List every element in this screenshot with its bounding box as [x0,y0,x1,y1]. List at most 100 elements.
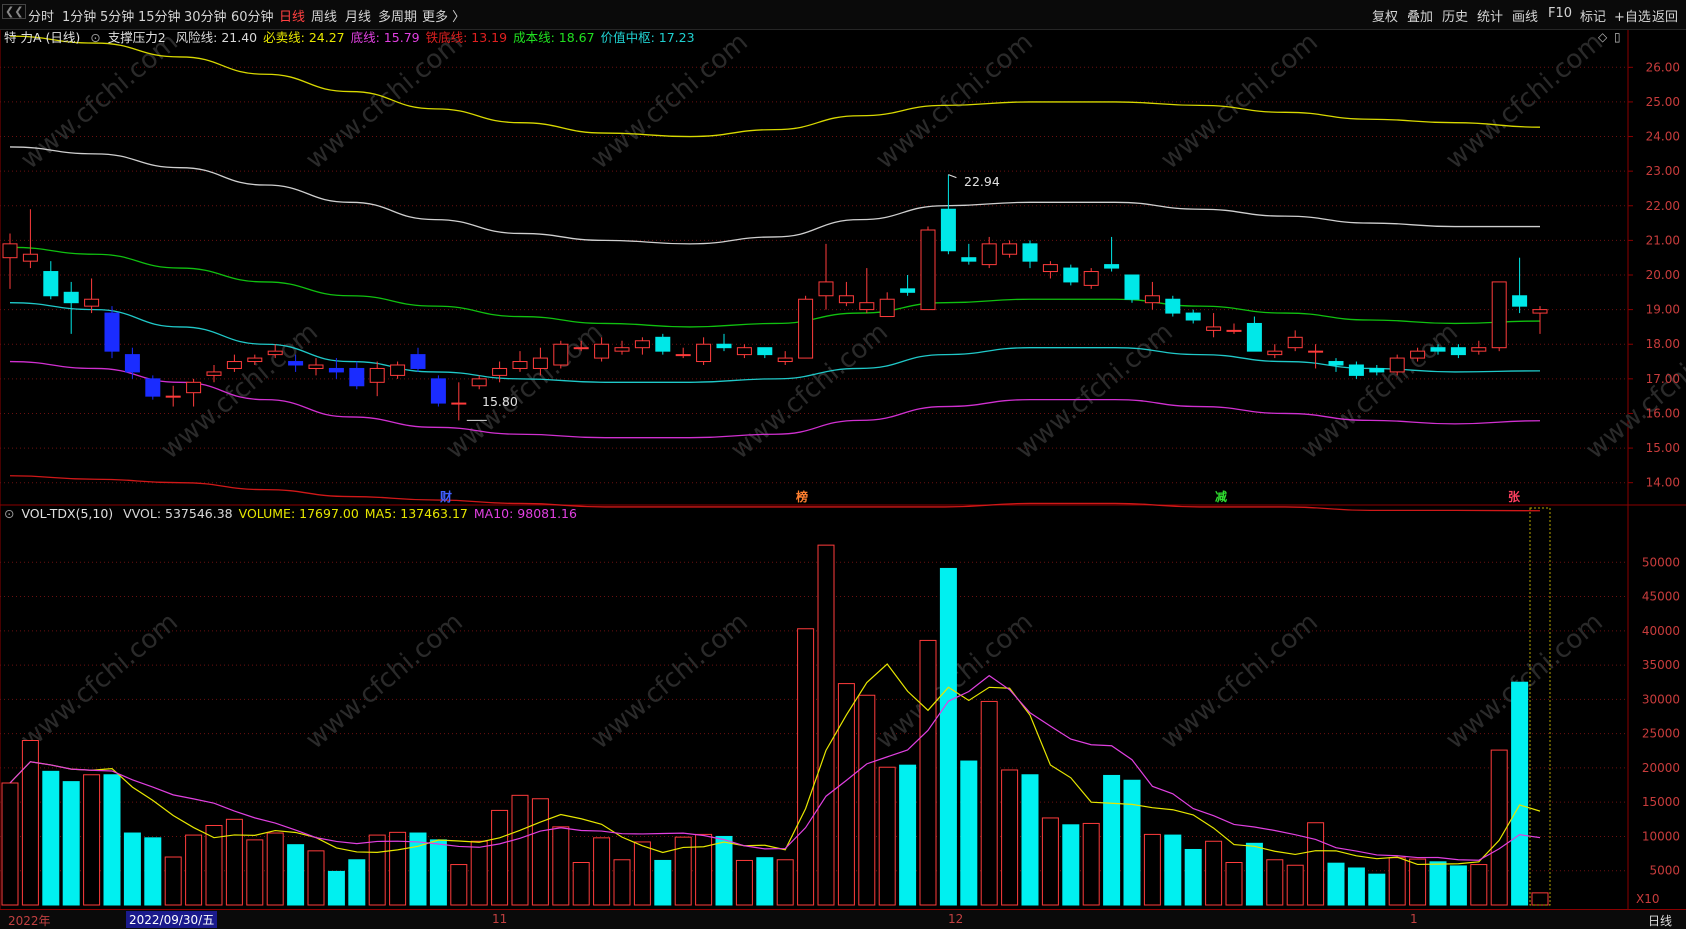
volume-bar [327,870,345,906]
candle-body [940,208,956,252]
price-tick-label: 18.00 [1646,337,1680,351]
volume-bar [633,841,651,906]
volume-info: ⊙ VOL-TDX(5,10) VVOL: 537546.38 VOLUME: 1… [4,505,583,523]
volume-tick-label: 30000 [1642,692,1680,706]
volume-line-value: VOLUME: 17697.00 [238,506,359,521]
volume-bar [1307,822,1325,906]
candle-body [1450,347,1466,356]
price-tick-label: 21.00 [1646,233,1680,247]
volume-bar [307,850,325,906]
volume-bar [287,844,305,906]
candle-body [1124,274,1140,300]
watermark-text: www.cfchi.com [300,27,469,175]
volume-bar [899,764,917,906]
volume-toggle-icon[interactable]: ⊙ [4,506,14,521]
volume-bar [878,766,896,906]
candle-body [634,340,650,349]
candle-body [1308,350,1324,353]
volume-tick-label: 50000 [1642,555,1680,569]
indicator-name[interactable]: 支撑压力2 [108,30,166,45]
volume-bar [1062,824,1080,906]
event-marker-cai[interactable]: 财 [440,488,452,505]
candle-body [145,378,161,397]
price-tick-label: 25.00 [1646,95,1680,109]
price-tick-label: 22.00 [1646,199,1680,213]
candle-body [900,288,916,293]
candle-body [614,347,630,352]
volume-bar [225,818,243,906]
candle-body [1063,267,1079,283]
candle-body [757,347,773,356]
candle-body [165,395,181,398]
event-marker-jian[interactable]: 减 [1215,488,1227,505]
stock-title: 特 力A (日线) [4,30,81,45]
candle-body [1165,298,1181,314]
volume-bar [980,700,998,906]
candle-body [267,350,283,356]
event-marker-zhang[interactable]: 张 [1508,488,1520,505]
candle-body [655,336,671,352]
volume-tick-label: 40000 [1642,624,1680,638]
volume-bar [511,794,529,906]
candle-body [2,243,18,259]
candle-body [879,298,895,318]
kline-chart[interactable]: www.cfchi.com www.cfchi.com www.cfchi.com w… [0,0,1686,928]
candle-body [1022,243,1038,262]
volume-bar [470,840,488,906]
candle-body [1267,350,1283,356]
indicator-info: 特 力A (日线) ⊙ 支撑压力2 风险线: 21.40 必卖线: 24.27 底线… [4,29,701,47]
volume-bar [572,862,590,906]
volume-bar [1164,834,1182,906]
volume-bar [348,859,366,906]
candle-body [777,357,793,363]
volume-bar [1041,817,1059,906]
candle-body [818,281,834,297]
volume-bar [62,781,80,906]
volume-bar [1327,862,1345,906]
volume-line-value: MA10: 98081.16 [473,506,577,521]
indicator-line-风险线 [9,146,1540,245]
volume-bar [1347,867,1365,906]
volume-bar [1368,873,1386,906]
candle-body [186,381,202,394]
date-axis: 2022年 2022/09/30/五 11 12 1 日线 [0,909,1686,929]
candle-body [1410,350,1426,359]
volume-bar [1409,858,1427,906]
candle-body [573,347,589,350]
volume-bar [368,834,386,906]
volume-bar [409,832,427,906]
volume-bar [1225,862,1243,906]
watermark-text: www.cfchi.com [585,27,754,175]
watermark-text: www.cfchi.com [1295,317,1464,465]
indicator-line-成本线 [9,246,1541,328]
volume-bar [960,760,978,906]
event-marker-bang[interactable]: 榜 [796,488,808,505]
candle-body [1185,312,1201,321]
indicator-toggle-icon[interactable]: ⊙ [90,30,100,45]
volume-bar [715,835,733,906]
volume-bar [735,859,753,906]
watermark-text: www.cfchi.com [15,27,184,175]
watermark-text: www.cfchi.com [155,317,324,465]
diamond-icon[interactable]: ◇ [1598,30,1607,44]
price-tick-label: 15.00 [1646,441,1680,455]
candle-body [390,364,406,376]
volume-line-value: VVOL: 537546.38 [123,506,233,521]
volume-bar [1511,681,1529,906]
candle-body [471,378,487,387]
volume-bar [1123,779,1141,906]
volume-bar [1001,769,1019,906]
candle-body [1083,271,1099,286]
volume-bar [1143,833,1161,906]
volume-tick-label: 20000 [1642,761,1680,775]
volume-bar [837,683,855,906]
candle-body [696,343,712,363]
watermark-text: www.cfchi.com [870,27,1039,175]
indicator-line-value: 成本线: 18.67 [513,30,595,45]
candle-body [22,253,38,262]
volume-indicator-name[interactable]: VOL-TDX(5,10) [21,506,113,521]
volume-bar [919,639,937,906]
window-icon[interactable]: ▯ [1614,30,1621,44]
volume-bar [613,859,631,906]
price-tick-label: 17.00 [1646,372,1680,386]
